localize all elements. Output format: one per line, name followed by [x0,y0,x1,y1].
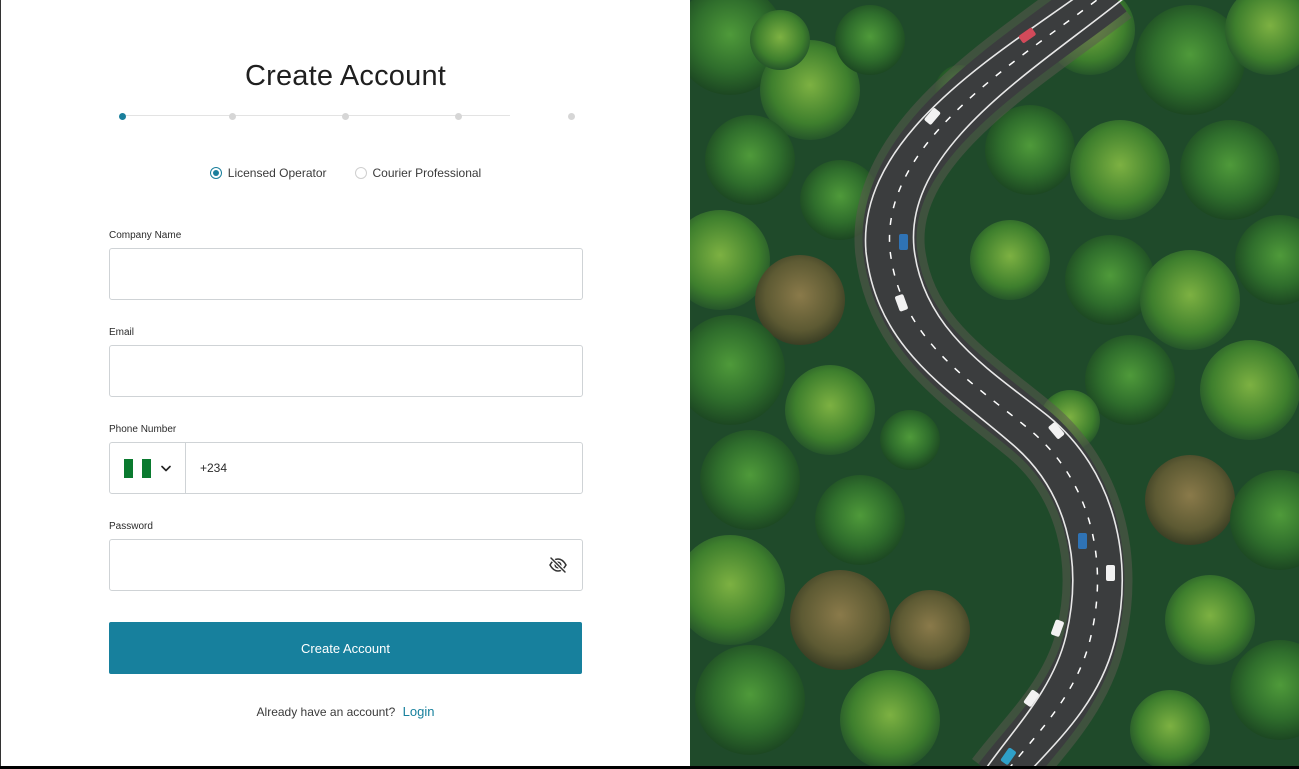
country-code-selector[interactable] [110,443,186,493]
stepper-track [122,115,510,116]
login-prompt-text: Already have an account? [256,705,396,719]
radio-label: Licensed Operator [227,166,327,180]
signup-form-panel: Create Account Licensed Operator Courier… [1,0,690,766]
chevron-down-icon [161,465,171,471]
radio-checked-icon[interactable] [209,167,222,179]
login-link[interactable]: Login [403,704,435,719]
nigeria-flag-icon [124,458,151,478]
phone-label: Phone Number [109,424,177,435]
eye-off-icon[interactable] [548,556,568,574]
account-type-radio-group: Licensed Operator Courier Professional [1,166,690,180]
password-label: Password [109,521,153,532]
radio-courier-professional[interactable]: Courier Professional [354,166,482,180]
create-account-button[interactable]: Create Account [109,622,582,674]
radio-unchecked-icon[interactable] [354,167,367,179]
password-input[interactable] [109,539,583,591]
step-1-dot [119,113,126,120]
company-name-input[interactable] [109,248,583,300]
step-2-dot [229,113,236,120]
aerial-forest-road-image [690,0,1299,766]
step-5-dot [568,113,575,120]
company-name-label: Company Name [109,230,182,241]
phone-field: +234 [109,442,583,494]
email-input[interactable] [109,345,583,397]
radio-label: Courier Professional [372,166,482,180]
page-title: Create Account [244,60,447,92]
progress-stepper [119,113,575,120]
step-3-dot [342,113,349,120]
email-label: Email [109,327,135,338]
step-4-dot [455,113,462,120]
signup-page: Create Account Licensed Operator Courier… [0,0,1299,766]
login-prompt: Already have an account? Login [1,704,690,719]
radio-licensed-operator[interactable]: Licensed Operator [209,166,327,180]
phone-number-input[interactable]: +234 [200,443,227,493]
forest-road-illustration [690,0,1299,766]
